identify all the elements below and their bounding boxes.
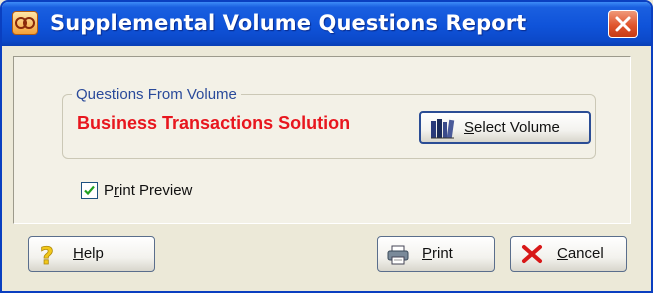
app-logo-icon <box>12 11 38 35</box>
report-dialog: Supplemental Volume Questions Report Que… <box>0 0 653 293</box>
selected-volume-name: Business Transactions Solution <box>77 113 351 133</box>
print-button[interactable]: Print <box>377 236 495 272</box>
select-volume-button[interactable]: Select Volume <box>419 111 591 144</box>
books-icon <box>431 119 455 139</box>
red-x-icon <box>522 245 542 263</box>
question-mark-icon: ? <box>40 242 55 269</box>
cancel-label: Cancel <box>557 245 604 262</box>
printer-icon <box>387 245 409 265</box>
dialog-body: Questions From Volume Business Transacti… <box>13 56 631 224</box>
print-preview-label[interactable]: Print Preview <box>104 182 192 199</box>
group-legend: Questions From Volume <box>72 86 241 103</box>
window-title: Supplemental Volume Questions Report <box>50 11 527 35</box>
print-preview-checkbox[interactable] <box>81 182 98 199</box>
select-volume-label: Select Volume <box>464 119 560 136</box>
close-icon <box>615 16 631 32</box>
help-button[interactable]: ? Help <box>28 236 155 272</box>
help-label: Help <box>73 245 104 262</box>
cancel-button[interactable]: Cancel <box>510 236 627 272</box>
print-label: Print <box>422 245 453 262</box>
checkmark-icon <box>84 185 95 196</box>
title-bar[interactable]: Supplemental Volume Questions Report <box>2 2 651 46</box>
svg-text:?: ? <box>40 242 54 269</box>
close-button[interactable] <box>608 10 638 38</box>
